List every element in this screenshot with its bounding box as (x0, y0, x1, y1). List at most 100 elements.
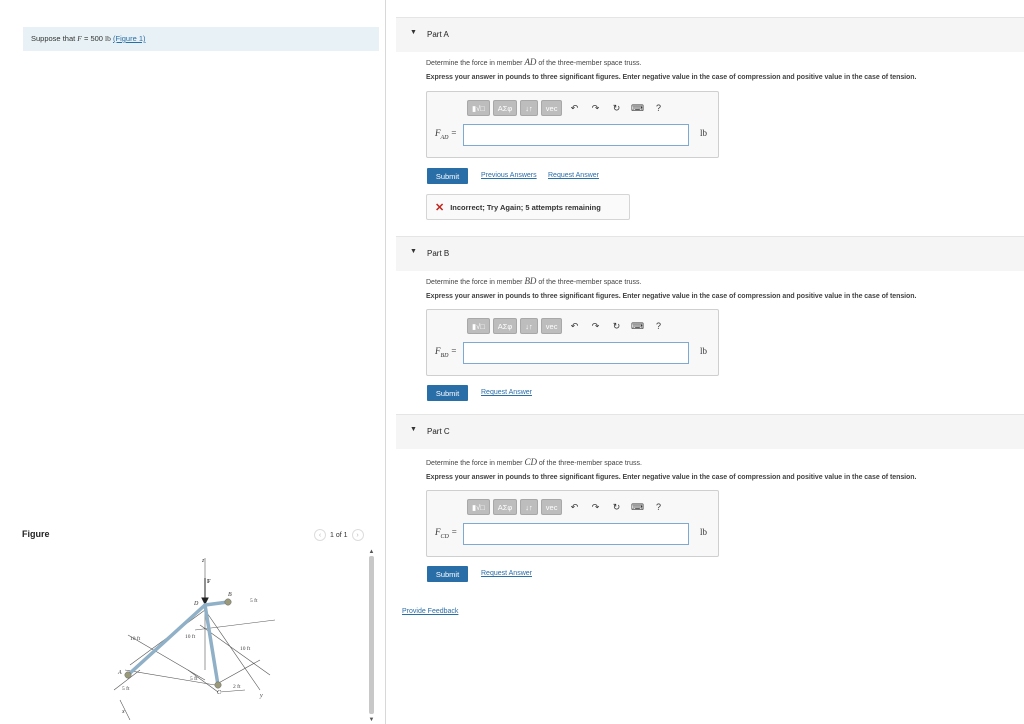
help-icon[interactable]: ? (649, 499, 667, 515)
prev-figure-button[interactable]: ‹ (314, 529, 326, 541)
label-y: y (259, 693, 263, 699)
templates-button[interactable]: ▮√□ (467, 499, 490, 515)
greek-button[interactable]: ΑΣφ (492, 499, 518, 515)
part-a-feedback: ✕ Incorrect; Try Again; 5 attempts remai… (426, 194, 630, 220)
undo-icon[interactable]: ↶ (565, 499, 583, 515)
undo-icon[interactable]: ↶ (565, 318, 583, 334)
part-b-question: Determine the force in member BD of the … (426, 276, 642, 286)
part-a-header[interactable]: ▼ Part A (396, 17, 1024, 52)
arrows-button[interactable]: ↓↑ (520, 318, 538, 334)
part-a-var-label: FAD = (435, 128, 457, 141)
part-a-answer-input[interactable] (463, 124, 689, 146)
label-z: z (201, 558, 205, 564)
label-x: x (121, 709, 125, 715)
part-a-request-answer-link[interactable]: Request Answer (548, 172, 599, 179)
scroll-thumb[interactable] (369, 556, 374, 714)
figure-scrollbar[interactable]: ▲ ▼ (368, 548, 375, 724)
next-figure-button[interactable]: › (351, 529, 364, 541)
provide-feedback-link[interactable]: Provide Feedback (402, 608, 458, 615)
part-c-request-answer-link[interactable]: Request Answer (481, 570, 532, 577)
part-a-question: Determine the force in member AD of the … (426, 57, 642, 67)
redo-icon[interactable]: ↷ (586, 499, 604, 515)
dim-10ft-c: 10 ft (240, 645, 251, 652)
member-BD (203, 600, 230, 607)
support-A (124, 671, 132, 679)
help-icon[interactable]: ? (649, 318, 667, 334)
part-b-submit-button[interactable]: Submit (427, 385, 468, 401)
vec-button[interactable]: vec (540, 499, 563, 515)
keyboard-icon[interactable]: ⌨ (628, 100, 646, 116)
part-c-answer-box: ▮√□ ΑΣφ ↓↑ vec ↶ ↷ ↻ ⌨ ? FCD = lb (426, 490, 719, 557)
part-b-var-label: FBD = (435, 346, 457, 359)
keyboard-icon[interactable]: ⌨ (628, 318, 646, 334)
part-b-instructions: Express your answer in pounds to three s… (426, 293, 917, 300)
reset-icon[interactable]: ↻ (607, 318, 625, 334)
truss-figure: z F D B A C x y 10 ft 10 ft 10 ft 5 ft 5… (113, 558, 276, 720)
vec-button[interactable]: vec (540, 100, 563, 116)
dim-10ft-a: 10 ft (130, 635, 141, 642)
vec-button[interactable]: vec (540, 318, 563, 334)
figure-link[interactable]: (Figure 1) (113, 34, 146, 43)
redo-icon[interactable]: ↷ (586, 318, 604, 334)
part-b-header[interactable]: ▼ Part B (396, 236, 1024, 271)
part-b-answer-box: ▮√□ ΑΣφ ↓↑ vec ↶ ↷ ↻ ⌨ ? FBD = lb (426, 309, 719, 376)
templates-button[interactable]: ▮√□ (467, 318, 490, 334)
dim-5ft-b: 5 ft (190, 675, 198, 682)
greek-button[interactable]: ΑΣφ (492, 100, 518, 116)
problem-unit: lb (105, 34, 111, 43)
arrows-button[interactable]: ↓↑ (520, 100, 538, 116)
math-toolbar: ▮√□ ΑΣφ ↓↑ vec ↶ ↷ ↻ ⌨ ? (467, 318, 667, 334)
part-b-answer-input[interactable] (463, 342, 689, 364)
reset-icon[interactable]: ↻ (607, 100, 625, 116)
math-toolbar: ▮√□ ΑΣφ ↓↑ vec ↶ ↷ ↻ ⌨ ? (467, 499, 667, 515)
help-icon[interactable]: ? (649, 100, 667, 116)
greek-button[interactable]: ΑΣφ (492, 318, 518, 334)
scroll-up-icon[interactable]: ▲ (368, 548, 375, 556)
previous-answers-link[interactable]: Previous Answers (481, 172, 537, 179)
arrows-button[interactable]: ↓↑ (520, 499, 538, 515)
undo-icon[interactable]: ↶ (565, 100, 583, 116)
part-a-feedback-text: Incorrect; Try Again; 5 attempts remaini… (450, 202, 601, 212)
part-b-request-answer-link[interactable]: Request Answer (481, 389, 532, 396)
part-a-submit-button[interactable]: Submit (427, 168, 468, 184)
dim-10ft-b: 10 ft (185, 633, 196, 640)
dim-2ft: 2 ft (233, 683, 241, 690)
left-pane: Suppose that F = 500 lb (Figure 1) Figur… (0, 0, 386, 724)
x-icon: ✕ (435, 201, 445, 214)
figure-title: Figure (22, 529, 50, 539)
part-c-unit: lb (700, 527, 708, 537)
part-a-answer-box: ▮√□ ΑΣφ ↓↑ vec ↶ ↷ ↻ ⌨ ? FAD = lb (426, 91, 719, 158)
label-C: C (217, 690, 222, 696)
caret-down-icon[interactable]: ▼ (410, 29, 417, 36)
part-c-header[interactable]: ▼ Part C (396, 414, 1024, 449)
templates-button[interactable]: ▮√□ (467, 100, 490, 116)
part-c-instructions: Express your answer in pounds to three s… (426, 474, 917, 481)
caret-down-icon[interactable]: ▼ (410, 248, 417, 255)
part-c-question: Determine the force in member CD of the … (426, 457, 642, 467)
problem-statement: Suppose that F = 500 lb (Figure 1) (23, 27, 379, 51)
dim-5ft-a: 5 ft (250, 597, 258, 604)
part-c-answer-input[interactable] (463, 523, 689, 545)
caret-down-icon[interactable]: ▼ (410, 426, 417, 433)
part-b-title: Part B (427, 249, 450, 258)
part-a-instructions: Express your answer in pounds to three s… (426, 74, 917, 81)
label-A: A (117, 670, 122, 676)
part-c-submit-button[interactable]: Submit (427, 566, 468, 582)
scroll-down-icon[interactable]: ▼ (368, 716, 375, 724)
math-toolbar: ▮√□ ΑΣφ ↓↑ vec ↶ ↷ ↻ ⌨ ? (467, 100, 667, 116)
part-c-var-label: FCD = (435, 527, 458, 540)
pager-label: 1 of 1 (330, 531, 348, 539)
keyboard-icon[interactable]: ⌨ (628, 499, 646, 515)
label-B: B (228, 592, 232, 598)
problem-eq: = 500 (81, 34, 106, 43)
part-a-title: Part A (427, 30, 449, 39)
reset-icon[interactable]: ↻ (607, 499, 625, 515)
part-b-unit: lb (700, 346, 708, 356)
part-a-unit: lb (700, 128, 708, 138)
label-D: D (193, 601, 199, 607)
redo-icon[interactable]: ↷ (586, 100, 604, 116)
support-B (224, 598, 232, 606)
member-CD (203, 603, 220, 687)
figure-pager: ‹ 1 of 1 › (314, 529, 364, 541)
problem-prefix: Suppose that (31, 34, 78, 43)
